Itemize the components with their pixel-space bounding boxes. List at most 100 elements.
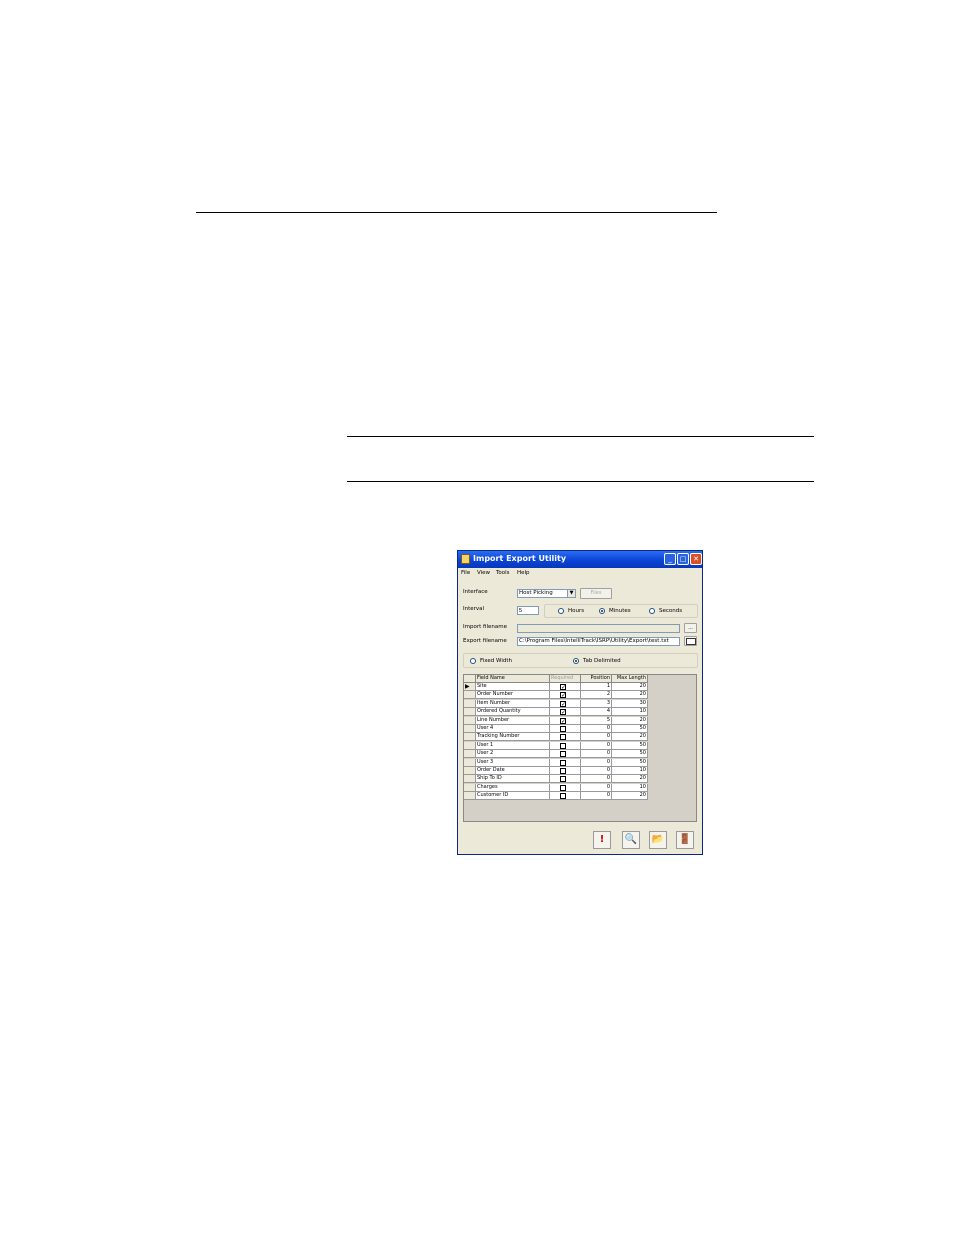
row-selector[interactable] xyxy=(464,767,476,775)
position-cell[interactable]: 3 xyxy=(581,699,612,708)
required-checkbox[interactable]: ✓ xyxy=(560,709,566,716)
required-checkbox[interactable] xyxy=(560,751,566,758)
required-cell[interactable] xyxy=(550,767,581,775)
max-length-cell[interactable]: 10 xyxy=(612,767,648,775)
field-name-cell[interactable]: User 4 xyxy=(476,725,550,733)
required-checkbox[interactable] xyxy=(560,759,566,766)
import-filename-input[interactable] xyxy=(517,624,680,633)
row-selector[interactable] xyxy=(464,725,476,733)
row-selector[interactable] xyxy=(464,716,476,725)
field-name-cell[interactable]: Ordered Quantity xyxy=(476,708,550,717)
header-position[interactable]: Position xyxy=(581,675,612,683)
max-length-cell[interactable]: 20 xyxy=(612,775,648,784)
header-required[interactable]: Required xyxy=(550,675,581,683)
max-length-cell[interactable]: 10 xyxy=(612,783,648,792)
row-selector[interactable] xyxy=(464,775,476,784)
position-cell[interactable]: 0 xyxy=(581,733,612,742)
max-length-cell[interactable]: 20 xyxy=(612,792,648,801)
required-cell[interactable]: ✓ xyxy=(550,708,581,717)
fixed-width-radio[interactable] xyxy=(470,658,476,664)
position-cell[interactable]: 2 xyxy=(581,691,612,700)
position-cell[interactable]: 5 xyxy=(581,716,612,725)
required-cell[interactable] xyxy=(550,792,581,801)
required-cell[interactable] xyxy=(550,758,581,767)
run-button[interactable]: ! xyxy=(593,831,611,849)
position-cell[interactable]: 0 xyxy=(581,725,612,733)
max-length-cell[interactable]: 20 xyxy=(612,733,648,742)
row-selector[interactable]: ▶ xyxy=(464,683,476,691)
position-cell[interactable]: 0 xyxy=(581,758,612,767)
position-cell[interactable]: 0 xyxy=(581,783,612,792)
required-checkbox[interactable] xyxy=(560,734,566,741)
required-checkbox[interactable] xyxy=(560,768,566,774)
position-cell[interactable]: 0 xyxy=(581,792,612,801)
required-cell[interactable] xyxy=(550,775,581,784)
row-selector[interactable] xyxy=(464,783,476,792)
minimize-button[interactable]: _ xyxy=(664,553,676,565)
files-button[interactable]: Files xyxy=(580,588,612,599)
row-selector[interactable] xyxy=(464,699,476,708)
required-cell[interactable] xyxy=(550,741,581,750)
interface-select[interactable]: Host Picking ▼ xyxy=(517,589,576,598)
required-checkbox[interactable] xyxy=(560,742,566,749)
menu-view[interactable]: View xyxy=(477,569,490,578)
seconds-radio[interactable] xyxy=(649,608,655,614)
menu-file[interactable]: File xyxy=(461,569,470,578)
import-browse-button[interactable]: ... xyxy=(684,623,697,633)
exit-button[interactable]: 🚪 xyxy=(676,831,694,849)
row-selector[interactable] xyxy=(464,708,476,717)
title-bar[interactable]: Import Export Utility _ □ ✕ xyxy=(458,551,702,568)
field-name-cell[interactable]: User 2 xyxy=(476,750,550,759)
row-selector[interactable] xyxy=(464,758,476,767)
maximize-button[interactable]: □ xyxy=(677,553,689,565)
required-cell[interactable]: ✓ xyxy=(550,716,581,725)
position-cell[interactable]: 0 xyxy=(581,775,612,784)
field-name-cell[interactable]: Charges xyxy=(476,783,550,792)
field-name-cell[interactable]: Site xyxy=(476,683,550,691)
max-length-cell[interactable]: 50 xyxy=(612,758,648,767)
open-button[interactable]: 📂 xyxy=(649,831,667,849)
field-name-cell[interactable]: Item Number xyxy=(476,699,550,708)
position-cell[interactable]: 0 xyxy=(581,741,612,750)
row-selector[interactable] xyxy=(464,792,476,801)
preview-button[interactable]: 🔍 xyxy=(622,831,640,849)
max-length-cell[interactable]: 10 xyxy=(612,708,648,717)
chevron-down-icon[interactable]: ▼ xyxy=(567,590,575,597)
position-cell[interactable]: 1 xyxy=(581,683,612,691)
position-cell[interactable]: 4 xyxy=(581,708,612,717)
required-checkbox[interactable] xyxy=(560,776,566,783)
position-cell[interactable]: 0 xyxy=(581,750,612,759)
export-browse-button[interactable] xyxy=(684,636,697,646)
header-max-length[interactable]: Max Length xyxy=(612,675,648,683)
menu-help[interactable]: Help xyxy=(517,569,530,578)
max-length-cell[interactable]: 20 xyxy=(612,683,648,691)
header-field-name[interactable]: Field Name xyxy=(476,675,550,683)
max-length-cell[interactable]: 20 xyxy=(612,691,648,700)
hours-radio[interactable] xyxy=(558,608,564,614)
position-cell[interactable]: 0 xyxy=(581,767,612,775)
required-checkbox[interactable] xyxy=(560,793,566,800)
required-checkbox[interactable] xyxy=(560,726,566,732)
field-name-cell[interactable]: Tracking Number xyxy=(476,733,550,742)
required-cell[interactable]: ✓ xyxy=(550,683,581,691)
field-name-cell[interactable]: Line Number xyxy=(476,716,550,725)
required-checkbox[interactable]: ✓ xyxy=(560,692,566,699)
field-name-cell[interactable]: Customer ID xyxy=(476,792,550,801)
max-length-cell[interactable]: 50 xyxy=(612,725,648,733)
tab-delimited-radio[interactable] xyxy=(573,658,579,664)
required-cell[interactable]: ✓ xyxy=(550,691,581,700)
row-selector[interactable] xyxy=(464,741,476,750)
interval-input[interactable] xyxy=(517,606,539,615)
required-cell[interactable]: ✓ xyxy=(550,699,581,708)
field-name-cell[interactable]: Order Date xyxy=(476,767,550,775)
max-length-cell[interactable]: 50 xyxy=(612,741,648,750)
max-length-cell[interactable]: 20 xyxy=(612,716,648,725)
row-selector[interactable] xyxy=(464,733,476,742)
required-cell[interactable] xyxy=(550,750,581,759)
close-button[interactable]: ✕ xyxy=(690,553,702,565)
field-name-cell[interactable]: Ship To ID xyxy=(476,775,550,784)
required-cell[interactable] xyxy=(550,733,581,742)
field-name-cell[interactable]: Order Number xyxy=(476,691,550,700)
menu-tools[interactable]: Tools xyxy=(496,569,510,578)
row-selector[interactable] xyxy=(464,691,476,700)
